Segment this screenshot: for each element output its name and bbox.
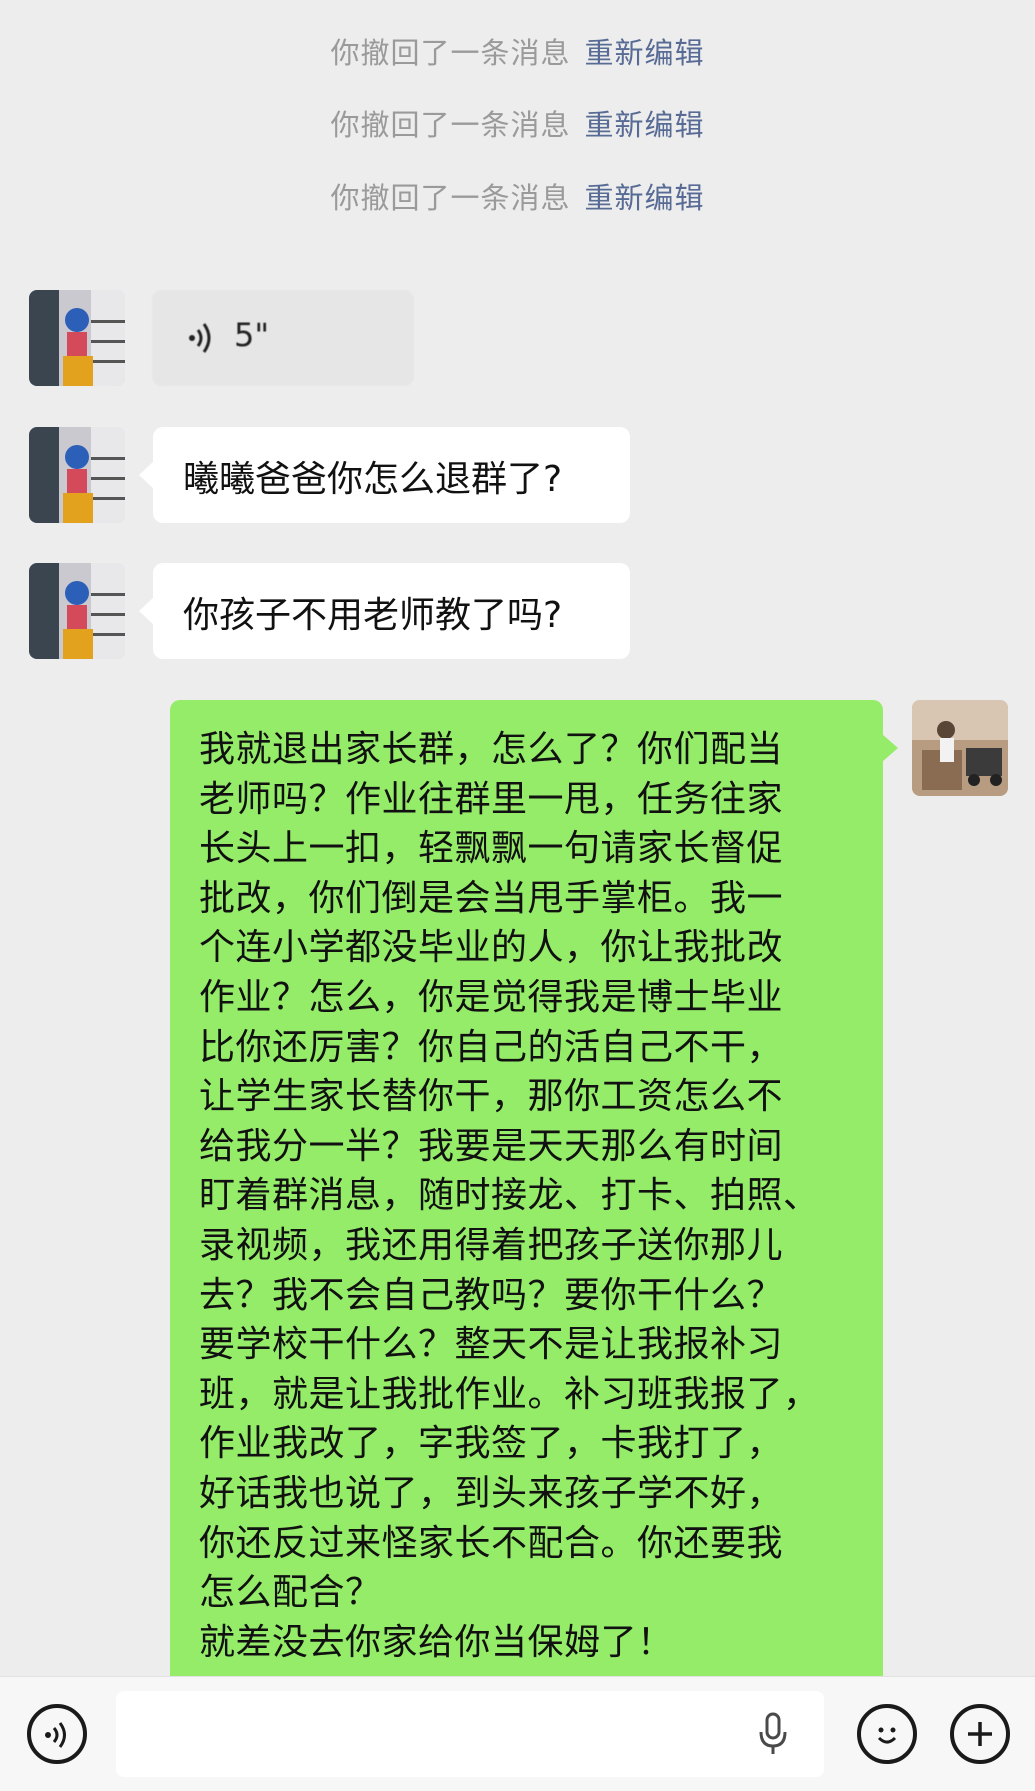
voice-wave-icon [189,323,211,353]
message-line: 长头上一扣，轻飘飘一句请家长督促 [199,828,784,870]
message-text: 曦曦爸爸你怎么退群了? [183,459,563,500]
contact-avatar[interactable] [29,290,125,386]
avatar-photo [29,290,125,386]
avatar-photo [912,700,1008,796]
plus-icon[interactable] [950,1704,1010,1764]
message-line: 就差没去你家给你当保姆了！ [199,1621,674,1663]
system-notice: 你撤回了一条消息 重新编辑 [0,102,1035,144]
message-line: 去？我不会自己教吗？要你干什么？ [199,1274,784,1316]
incoming-message-bubble[interactable]: 曦曦爸爸你怎么退群了? [139,427,630,523]
message-line: 给我分一半？我要是天天那么有时间 [199,1125,784,1167]
avatar-photo [29,563,125,659]
message-line: 录视频，我还用得着把孩子送你那儿 [199,1224,784,1266]
voice-message-bubble[interactable]: 5" [152,290,414,386]
message-line: 你还反过来怪家长不配合。你还要我 [199,1522,784,1564]
message-line: 好话我也说了，到头来孩子学不好， [199,1472,784,1514]
incoming-message-bubble[interactable]: 你孩子不用老师教了吗? [139,563,630,659]
message-line: 作业？怎么，你是觉得我是博士毕业 [199,976,784,1018]
input-toolbar [0,1676,1035,1791]
recall-notice-text: 你撤回了一条消息 [330,36,571,70]
message-line: 班，就是让我批作业。补习班我报了， [199,1373,820,1415]
plus-glyph-icon [968,1722,992,1746]
message-line: 我就退出家长群，怎么了？你们配当 [199,729,784,770]
microphone-icon[interactable] [758,1712,788,1756]
re-edit-link[interactable]: 重新编辑 [585,108,705,142]
emoji-icon[interactable] [857,1704,917,1764]
avatar-photo [29,427,125,523]
message-input[interactable] [116,1691,824,1777]
system-notice: 你撤回了一条消息 重新编辑 [0,30,1035,72]
emoji-face-icon [877,1727,897,1744]
voice-duration: 5" [234,316,270,354]
message-line: 老师吗？作业往群里一甩，任务往家 [199,778,784,820]
system-notice: 你撤回了一条消息 重新编辑 [0,175,1035,217]
message-line: 个连小学都没毕业的人，你让我批改 [199,927,784,969]
message-line: 要学校干什么？整天不是让我报补习 [199,1324,784,1366]
contact-avatar[interactable] [29,427,125,523]
message-line: 比你还厉害？你自己的活自己不干， [199,1026,784,1068]
re-edit-link[interactable]: 重新编辑 [585,36,705,70]
outgoing-message-bubble[interactable]: 我就退出家长群，怎么了？你们配当 老师吗？作业往群里一甩，任务往家 长头上一扣，… [170,700,898,1676]
voice-wave-icon [45,1722,66,1748]
contact-avatar[interactable] [29,563,125,659]
re-edit-link[interactable]: 重新编辑 [585,181,705,215]
recall-notice-text: 你撤回了一条消息 [330,181,571,215]
message-line: 怎么配合？ [199,1572,382,1614]
message-line: 让学生家长替你干，那你工资怎么不 [199,1076,784,1118]
message-line: 作业我改了，字我签了，卡我打了， [199,1423,784,1465]
voice-mode-icon[interactable] [27,1704,87,1764]
message-line: 盯着群消息，随时接龙、打卡、拍照、 [199,1175,820,1217]
self-avatar[interactable] [912,700,1008,796]
message-text: 我就退出家长群，怎么了？你们配当 老师吗？作业往群里一甩，任务往家 长头上一扣，… [199,725,883,1667]
message-line: 批改，你们倒是会当甩手掌柜。我一 [199,877,784,919]
recall-notice-text: 你撤回了一条消息 [330,108,571,142]
message-text: 你孩子不用老师教了吗? [183,595,563,636]
